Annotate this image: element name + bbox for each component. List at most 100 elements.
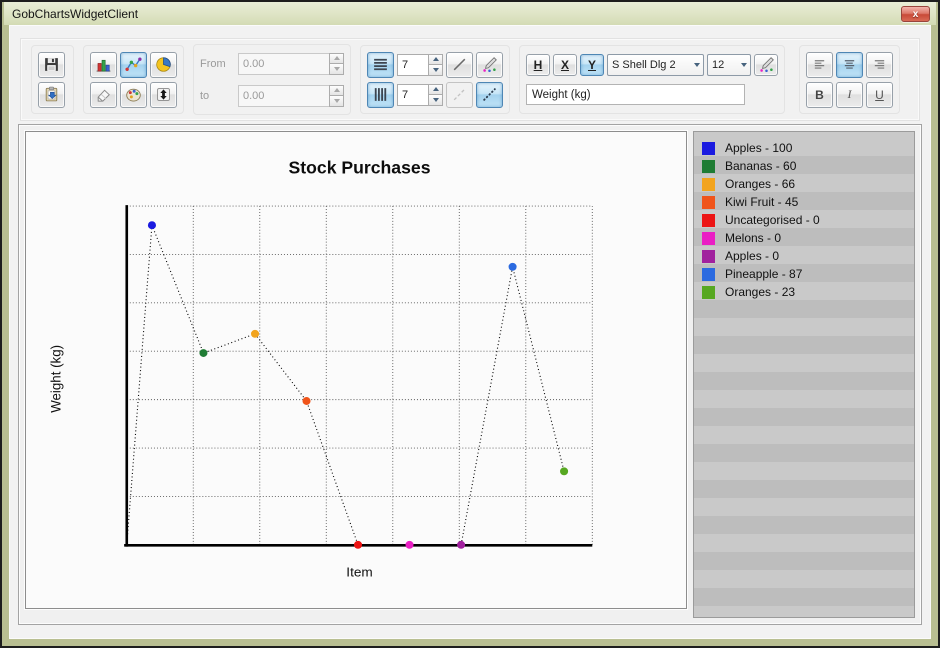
axis-label-input[interactable] [526,84,745,105]
legend-swatch-icon [702,285,715,299]
align-left-button[interactable] [806,51,833,78]
legend-item-label: Bananas - 60 [725,159,797,173]
font-family-value: S Shell Dlg 2 [612,58,676,71]
x-label-button[interactable]: X [553,53,577,76]
paste-button[interactable] [38,81,65,108]
legend-item[interactable]: Apples - 0 [694,247,914,265]
font-family-combo[interactable]: S Shell Dlg 2 [607,53,704,76]
data-point[interactable] [560,467,569,476]
spin-down-arrow-icon [333,98,340,103]
range-to-down-button[interactable] [329,96,344,107]
range-from-up-button[interactable] [329,52,344,64]
legend-swatch-icon [702,177,715,191]
legend-item[interactable]: Bananas - 60 [694,157,914,175]
app-window: GobChartsWidgetClient x From 0.00 to 0.0… [0,0,940,648]
toolbar-group-range: From to [193,44,351,115]
underline-button[interactable]: U [866,81,893,108]
v-grid-up-button[interactable] [428,83,443,95]
toolbar-group-grid [360,45,510,114]
data-point[interactable] [405,540,414,549]
bar-chart-button[interactable] [90,51,117,78]
chart-title: Stock Purchases [289,158,431,178]
data-point[interactable] [508,262,517,271]
legend-swatch-icon [702,249,715,263]
legend-item[interactable]: Kiwi Fruit - 45 [694,193,914,211]
toolbar-group-chart-types [83,45,184,114]
pie-chart-button[interactable] [150,51,177,78]
line-chart-icon [125,56,142,73]
dotted-line-style-button[interactable] [476,81,503,108]
italic-button[interactable]: I [836,81,863,108]
legend-item[interactable]: Apples - 100 [694,139,914,157]
align-right-button[interactable] [866,51,893,78]
pie-chart-icon [155,56,172,73]
window-title: GobChartsWidgetClient [12,6,139,21]
v-grid-down-button[interactable] [428,95,443,106]
h-grid-up-button[interactable] [428,53,443,65]
solid-line-style-button[interactable] [446,51,473,78]
horizontal-grid-button[interactable] [367,51,394,78]
range-to-label: to [200,89,210,102]
legend-item-label: Oranges - 66 [725,177,796,191]
x-axis-label: Item [346,565,372,580]
data-point[interactable] [457,540,466,549]
spin-up-arrow-icon [333,56,340,61]
legend-item[interactable]: Pineapple - 87 [694,265,914,283]
close-icon: x [912,8,919,20]
range-to-up-button[interactable] [329,84,344,96]
export-button[interactable] [150,81,177,108]
legend-item-label: Melons - 0 [725,231,782,245]
bold-button[interactable]: B [806,81,833,108]
spin-down-arrow-icon [432,67,439,72]
colors-button[interactable] [120,81,147,108]
series-line [126,225,565,546]
paste-icon [43,86,60,103]
legend-item-label: Oranges - 23 [725,285,796,299]
save-button[interactable] [38,51,65,78]
titlebar[interactable]: GobChartsWidgetClient x [4,2,936,25]
legend-item[interactable]: Oranges - 23 [694,283,914,301]
legend-item-label: Apples - 0 [725,249,780,263]
font-color-button[interactable] [754,53,778,76]
dashed-line-style-button[interactable] [446,81,473,108]
spin-up-arrow-icon [432,87,439,92]
vertical-grid-button[interactable] [367,81,394,108]
vertical-grid-count-input[interactable] [397,83,428,106]
range-from-down-button[interactable] [329,64,344,75]
legend-item[interactable]: Uncategorised - 0 [694,211,914,229]
pen-color-icon [758,56,775,73]
range-to-input[interactable] [238,84,329,107]
legend-item[interactable]: Melons - 0 [694,229,914,247]
eraser-icon [95,86,112,103]
save-icon [43,56,60,73]
h-grid-down-button[interactable] [428,65,443,76]
y-label-button[interactable]: Y [580,53,604,76]
export-icon [155,86,172,103]
chart-view[interactable]: Stock Purchases Item Weight (kg) [25,131,687,609]
clear-button[interactable] [90,81,117,108]
data-point[interactable] [302,397,311,405]
legend-swatch-icon [702,141,715,155]
legend-swatch-icon [702,159,715,173]
data-point[interactable] [147,221,156,230]
data-point[interactable] [251,329,260,338]
x-letter: X [560,57,569,72]
legend-panel: Apples - 100 Bananas - 60 Oranges - 66 Kiwi… [693,131,915,618]
grid-color-button[interactable] [476,51,503,78]
data-point[interactable] [199,349,208,357]
legend-swatch-icon [702,213,715,227]
header-label-button[interactable]: H [526,53,550,76]
data-point[interactable] [353,540,363,549]
toolbar-group-labels: H X Y S Shell Dlg 2 12 [519,45,785,114]
solid-line-icon [451,56,468,73]
legend-item[interactable]: Oranges - 66 [694,175,914,193]
chevron-down-icon [694,62,700,67]
spin-down-arrow-icon [333,66,340,71]
font-size-combo[interactable]: 12 [707,53,751,76]
range-from-input[interactable] [238,52,329,75]
align-center-button[interactable] [836,51,863,78]
horizontal-grid-count-input[interactable] [397,53,428,76]
line-chart-button[interactable] [120,51,147,78]
toolbar-group-format: B I U [799,45,900,114]
close-button[interactable]: x [901,6,930,22]
